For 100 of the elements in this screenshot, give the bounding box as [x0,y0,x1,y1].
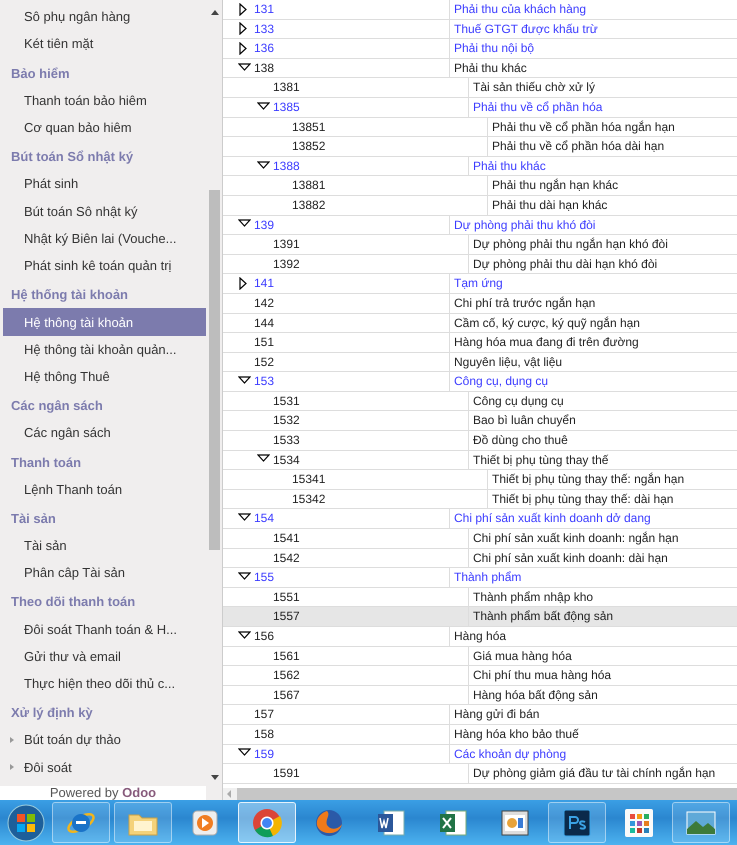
menu-item[interactable]: Các ngân sách [3,419,206,447]
tree-row[interactable]: 1542 Chi phí sản xuất kinh doanh: dài hạn [223,548,737,568]
account-name: Đồ dùng cho thuê [472,432,568,450]
account-name: Bao bì luân chuyển [472,412,576,430]
tree-row[interactable]: 13851 Phải thu về cổ phần hóa ngắn hạn [223,118,737,138]
menu-item[interactable]: Gửi thư và email [3,642,206,670]
account-name: Chi phí sản xuất kinh doanh: dài hạn [472,550,668,567]
account-code: 1591 [273,765,300,782]
presentation-icon [500,808,530,838]
tree-row[interactable]: 156 Hàng hóa [223,627,737,647]
tree-row[interactable]: 142 Chi phí trả trước ngắn hạn [223,294,737,314]
taskbar-button[interactable] [548,802,606,843]
tree-row[interactable]: 1392 Dự phòng phải thu dài hạn khó đòi [223,254,737,274]
menu-item[interactable]: Phát sinh kê toán quản trị [3,252,206,280]
account-name: Phải thu khác [453,60,527,77]
menu-section-title: Hệ thống tài khoản [10,286,129,304]
taskbar-button[interactable] [672,802,730,843]
footer-text: Powered by [50,785,119,800]
horizontal-scrollbar[interactable] [223,788,737,800]
tree-row[interactable]: 133 Thuế GTGT được khấu trừ [223,20,737,40]
tree-row[interactable]: 154 Chi phí sản xuất kinh doanh dở dang [223,509,737,530]
menu-item[interactable]: Lệnh Thanh toán [3,476,206,503]
tree-row[interactable]: 1557 Thành phẩm bất động sản [223,607,737,627]
tree-row[interactable]: 158 Hàng hóa kho bảo thuế [223,724,737,745]
tree-row[interactable]: 1561 Giá mua hàng hóa [223,646,737,666]
account-name: Dự phòng phải thu khó đòi [453,216,596,234]
tree-row[interactable]: 1385 Phải thu về cổ phần hóa [223,98,737,118]
tree-row[interactable]: 15342 Thiết bị phụ tùng thay thế: dài hạn [223,490,737,510]
menu-item[interactable]: Nhật ký Biên lai (Vouche... [3,224,206,252]
menu-section-title: Các ngân sách [10,397,104,416]
media-player-icon [191,808,219,836]
tree-row[interactable]: 141 Tạm ứng [223,274,737,294]
tree-row[interactable]: 1534 Thiết bị phụ tùng thay thế [223,450,737,470]
tree-row[interactable]: 1391 Dự phòng phải thu ngắn hạn khó đòi [223,235,737,255]
account-code: 13851 [292,118,326,136]
account-name: Hàng gửi đi bán [453,706,540,724]
tree-row[interactable]: 1532 Bao bì luân chuyển [223,411,737,432]
tree-row[interactable]: 152 Nguyên liệu, vật liệu [223,352,737,372]
account-name: Tạm ứng [453,275,503,292]
menu-item[interactable]: Hệ thông tài khoản [3,308,206,336]
tree-row[interactable]: 136 Phải thu nội bộ [223,39,737,59]
menu-item[interactable]: Két tiên mặt [3,30,206,58]
account-name: Thành phẩm bất động sản [472,608,614,626]
menu-item[interactable]: Đôi soát [3,754,206,781]
tree-row[interactable]: 1531 Công cụ dụng cụ [223,392,737,412]
account-code: 1388 [273,158,300,175]
account-name: Dự phòng phải thu ngắn hạn khó đòi [472,236,668,254]
menu-item[interactable]: Thanh toán bảo hiêm [3,86,206,114]
tree-row[interactable]: 153 Công cụ, dụng cụ [223,372,737,392]
menu-item[interactable]: Thực hiện theo dõi thủ c... [3,670,206,698]
account-code: 13852 [292,138,326,156]
tree-row[interactable]: 157 Hàng gửi đi bán [223,705,737,725]
tree-row[interactable]: 131 Phải thu của khách hàng [223,0,737,20]
brand-link[interactable]: Odoo [122,785,156,800]
tree-row[interactable]: 1562 Chi phí thu mua hàng hóa [223,666,737,686]
tree-row[interactable]: 151 Hàng hóa mua đang đi trên đường [223,333,737,353]
account-code: 1557 [273,608,300,626]
menu-item[interactable]: Bút toán Sô nhật ký [3,197,206,225]
tree-row[interactable]: 1381 Tài sản thiếu chờ xử lý [223,78,737,98]
account-name: Hàng hóa bất động sản [472,686,598,704]
account-code: 1392 [273,256,300,273]
menu-item[interactable]: Đôi soát Thanh toán & H... [3,615,206,643]
account-name: Phải thu về cổ phần hóa ngắn hạn [491,118,675,136]
account-name: Hàng hóa mua đang đi trên đường [453,334,639,352]
menu-item[interactable]: Tài sản [3,532,206,560]
account-code: 156 [254,628,274,645]
word-icon [376,808,406,838]
tree-row[interactable]: 144 Cầm cố, ký cược, ký quỹ ngắn hạn [223,314,737,334]
tree-row[interactable]: 138 Phải thu khác [223,58,737,78]
menu-item[interactable]: Sô phụ ngân hàng [3,3,206,30]
account-code: 1381 [273,79,300,96]
tree-row[interactable]: 13852 Phải thu về cổ phần hóa dài hạn [223,137,737,157]
start-orb-icon[interactable] [7,804,45,842]
tree-row[interactable]: 1533 Đồ dùng cho thuê [223,431,737,451]
menu-item[interactable]: Cơ quan bảo hiêm [3,114,206,142]
menu-section-title: Bảo hiểm [10,64,71,83]
account-code: 139 [254,216,274,234]
tree-row[interactable]: 1567 Hàng hóa bất động sản [223,686,737,706]
account-name: Các khoản dự phòng [453,746,566,763]
tree-row[interactable]: 13882 Phải thu dài hạn khác [223,196,737,216]
tree-row[interactable]: 13881 Phải thu ngắn hạn khác [223,176,737,196]
tree-row[interactable]: 1591 Dự phòng giảm giá đầu tư tài chính ngắn hạn [223,764,737,784]
tree-row[interactable]: 155 Thành phẩm [223,568,737,588]
menu-item[interactable]: Hệ thông Thuê [3,362,206,390]
account-code: 155 [254,569,274,586]
menu-section-title: Thanh toán [10,454,82,472]
menu-item[interactable]: Hệ thông tài khoản quản... [3,336,206,363]
tree-row[interactable]: 15341 Thiết bị phụ tùng thay thế: ngắn hạn [223,470,737,490]
ps-icon [562,808,592,838]
account-name: Chi phí trả trước ngắn hạn [453,294,596,312]
tree-row[interactable]: 139 Dự phòng phải thu khó đòi [223,216,737,236]
photo-viewer-icon [685,808,717,836]
menu-item[interactable]: Bút toán dự thảo [3,726,206,754]
tree-row[interactable]: 1388 Phải thu khác [223,156,737,176]
tree-row[interactable]: 159 Các khoản dự phòng [223,744,737,764]
menu-item[interactable]: Phát sinh [3,170,206,198]
account-code: 1551 [273,588,300,606]
menu-item[interactable]: Phân câp Tài sản [3,559,206,586]
account-code: 133 [254,20,274,38]
tree-row[interactable]: 1541 Chi phí sản xuất kinh doanh: ngắn hạn [223,529,737,549]
